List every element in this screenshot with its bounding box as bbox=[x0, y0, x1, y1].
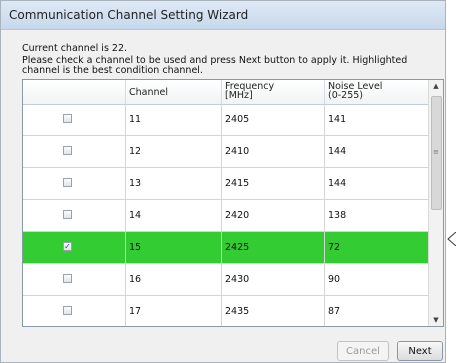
title-bar: Communication Channel Setting Wizard bbox=[1, 1, 445, 30]
noise-cell: 141 bbox=[328, 114, 347, 125]
channel-checkbox[interactable]: ✓ bbox=[63, 242, 72, 251]
channel-checkbox[interactable] bbox=[63, 114, 72, 123]
channel-cell: 15 bbox=[126, 232, 222, 263]
channel-cell: 11 bbox=[126, 104, 222, 135]
current-channel-text: Current channel is 22. bbox=[22, 43, 128, 54]
frequency-cell: 2430 bbox=[222, 264, 325, 295]
checkbox-cell bbox=[23, 136, 126, 167]
callout-pointer-icon bbox=[447, 232, 456, 246]
noise-cell: 90 bbox=[328, 274, 341, 285]
checkbox-cell bbox=[23, 104, 126, 135]
channel-checkbox[interactable] bbox=[63, 306, 72, 315]
frequency-cell: 2405 bbox=[222, 104, 325, 135]
header-noise[interactable]: Noise Level (0-255) bbox=[325, 80, 430, 104]
instruction-text-2: channel is the best condition channel. bbox=[22, 65, 203, 76]
wizard-window: Communication Channel Setting Wizard Cur… bbox=[0, 0, 446, 363]
frequency-cell: 2425 bbox=[222, 232, 325, 263]
channel-cell: 14 bbox=[126, 200, 222, 231]
table-row[interactable]: 11 2405 141 bbox=[23, 104, 430, 136]
table-row[interactable]: 17 2435 87 bbox=[23, 296, 430, 326]
scroll-down-icon[interactable]: ▼ bbox=[429, 314, 443, 326]
frequency-cell: 2410 bbox=[222, 136, 325, 167]
checkbox-cell bbox=[23, 168, 126, 199]
scroll-up-icon[interactable]: ▲ bbox=[429, 80, 443, 92]
noise-cell: 144 bbox=[328, 178, 347, 189]
channel-checkbox[interactable] bbox=[63, 178, 72, 187]
table-row[interactable]: ✓ 15 2425 72 bbox=[23, 232, 430, 264]
table-row[interactable]: 13 2415 144 bbox=[23, 168, 430, 200]
header-frequency-unit: [MHz] bbox=[225, 90, 253, 101]
checkbox-cell bbox=[23, 200, 126, 231]
next-button[interactable]: Next bbox=[397, 341, 443, 361]
channel-cell: 13 bbox=[126, 168, 222, 199]
channel-checkbox[interactable] bbox=[63, 274, 72, 283]
table-row[interactable]: 14 2420 138 bbox=[23, 200, 430, 232]
header-check bbox=[23, 80, 126, 104]
checkbox-cell bbox=[23, 264, 126, 295]
frequency-cell: 2435 bbox=[222, 296, 325, 326]
channel-checkbox[interactable] bbox=[63, 146, 72, 155]
window-title: Communication Channel Setting Wizard bbox=[9, 8, 249, 22]
scroll-grip-icon: ≡ bbox=[433, 148, 439, 156]
channel-checkbox[interactable] bbox=[63, 210, 72, 219]
noise-cell: 87 bbox=[328, 306, 341, 317]
checkbox-cell bbox=[23, 296, 126, 326]
header-frequency[interactable]: Frequency [MHz] bbox=[222, 80, 325, 104]
frequency-cell: 2415 bbox=[222, 168, 325, 199]
header-noise-range: (0-255) bbox=[328, 90, 364, 101]
channel-cell: 12 bbox=[126, 136, 222, 167]
table-row[interactable]: 16 2430 90 bbox=[23, 264, 430, 296]
vertical-scrollbar[interactable]: ▲ ≡ ▼ bbox=[428, 80, 443, 326]
noise-cell: 72 bbox=[328, 242, 341, 253]
noise-cell: 138 bbox=[328, 210, 347, 221]
channel-table[interactable]: Channel Frequency [MHz] Noise Level (0-2… bbox=[22, 79, 444, 327]
frequency-cell: 2420 bbox=[222, 200, 325, 231]
cancel-button[interactable]: Cancel bbox=[337, 341, 389, 361]
table-header: Channel Frequency [MHz] Noise Level (0-2… bbox=[23, 80, 430, 105]
channel-cell: 16 bbox=[126, 264, 222, 295]
noise-cell: 144 bbox=[328, 146, 347, 157]
header-channel[interactable]: Channel bbox=[126, 80, 222, 104]
channel-cell: 17 bbox=[126, 296, 222, 326]
table-row[interactable]: 12 2410 144 bbox=[23, 136, 430, 168]
checkbox-cell: ✓ bbox=[23, 232, 126, 263]
